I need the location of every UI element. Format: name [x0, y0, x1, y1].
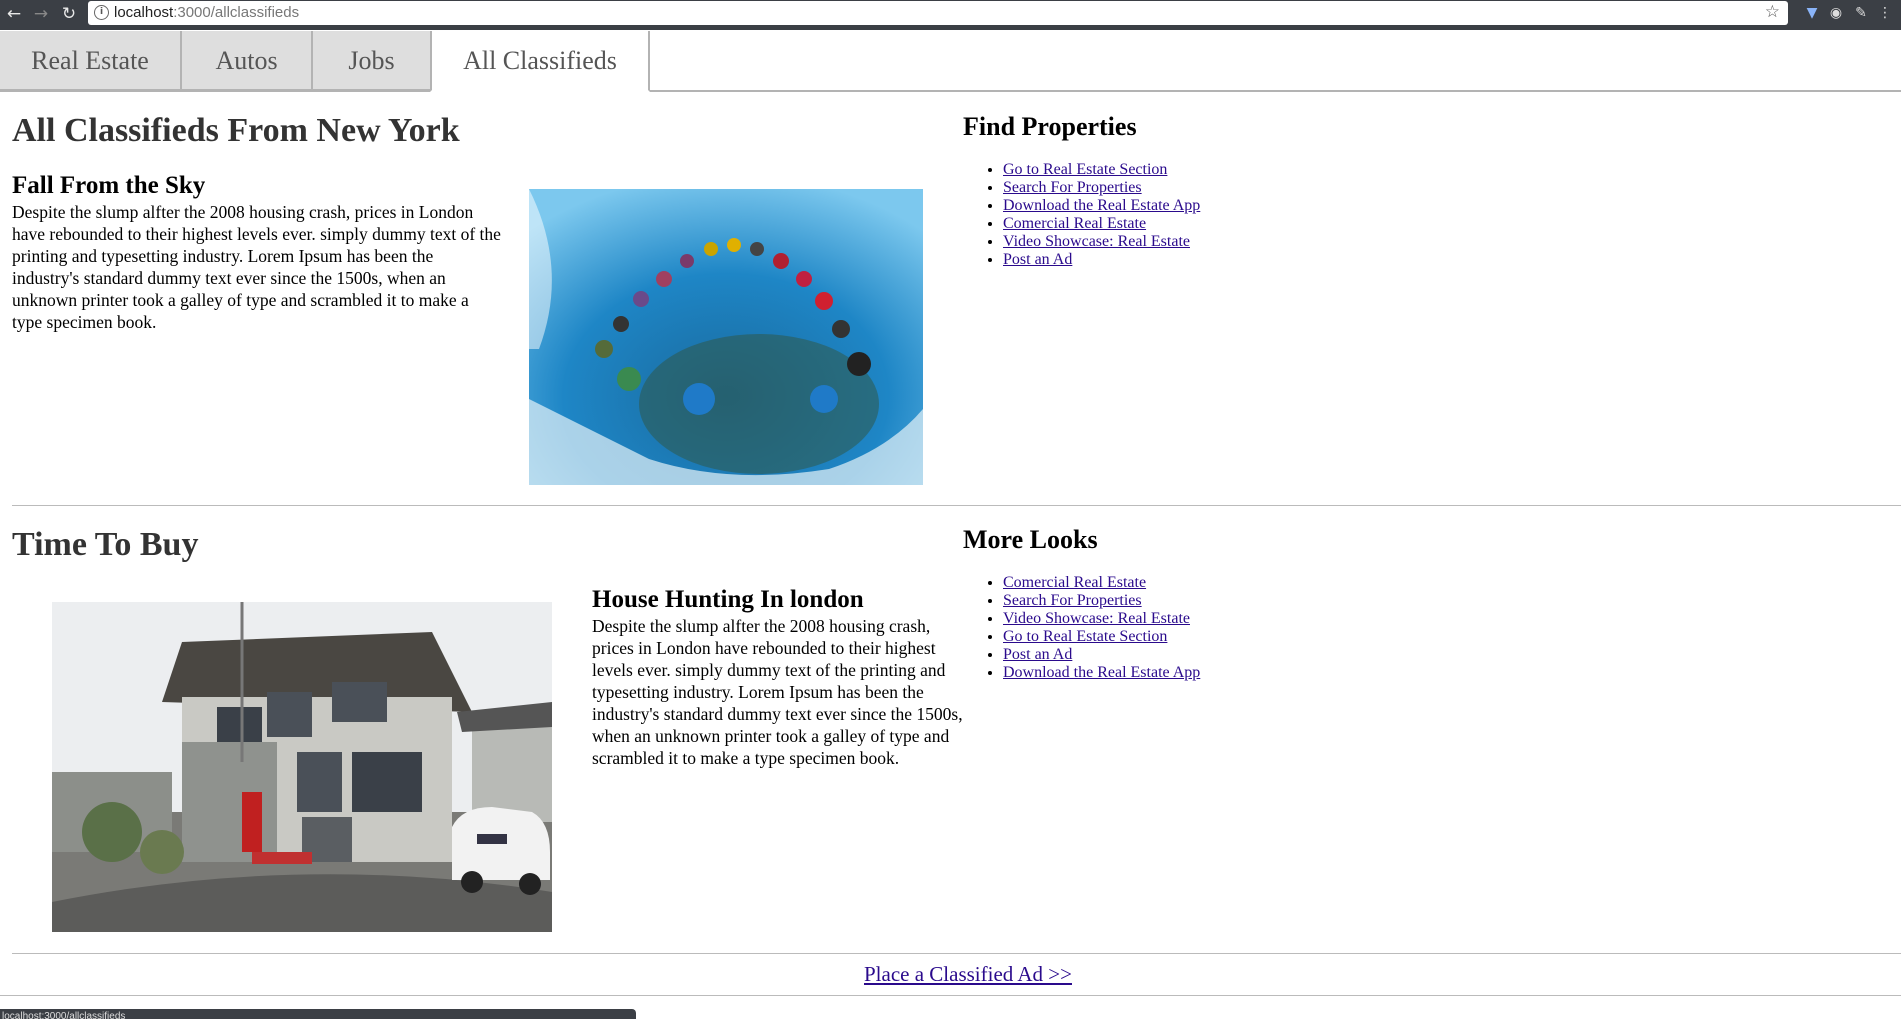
list-item: Post an Ad: [1003, 646, 1200, 664]
divider: [0, 995, 1901, 996]
tab-jobs[interactable]: Jobs: [311, 31, 432, 91]
info-icon[interactable]: i: [94, 5, 109, 20]
pen-extension-icon[interactable]: ✎: [1852, 4, 1870, 22]
link-search-properties[interactable]: Search For Properties: [1003, 179, 1142, 196]
place-ad-link[interactable]: Place a Classified Ad >>: [864, 962, 1072, 987]
list-item: Video Showcase: Real Estate: [1003, 233, 1200, 251]
list-item: Search For Properties: [1003, 179, 1200, 197]
globe-extension-icon[interactable]: ◉: [1827, 4, 1845, 22]
article-title: House Hunting In london: [592, 586, 864, 613]
more-looks-title: More Looks: [963, 525, 1098, 554]
divider: [12, 953, 1901, 954]
divider: [12, 505, 1901, 506]
article-title: Fall From the Sky: [12, 172, 206, 199]
star-icon[interactable]: ☆: [1765, 2, 1780, 22]
link-real-estate-section[interactable]: Go to Real Estate Section: [1003, 628, 1167, 645]
list-item: Comercial Real Estate: [1003, 215, 1200, 233]
link-video-showcase[interactable]: Video Showcase: Real Estate: [1003, 233, 1190, 250]
browser-toolbar: ← → ↻ i localhost:3000/allclassifieds ☆ …: [0, 0, 1901, 30]
link-download-app[interactable]: Download the Real Estate App: [1003, 197, 1200, 214]
page-title: All Classifieds From New York: [12, 112, 460, 149]
link-search-properties[interactable]: Search For Properties: [1003, 592, 1142, 609]
list-item: Post an Ad: [1003, 251, 1200, 269]
address-bar[interactable]: i localhost:3000/allclassifieds ☆: [88, 1, 1788, 25]
house-illustration: [52, 602, 552, 932]
tab-all-classifieds[interactable]: All Classifieds: [430, 31, 650, 92]
link-real-estate-section[interactable]: Go to Real Estate Section: [1003, 161, 1167, 178]
skydivers-image: [529, 189, 923, 485]
list-item: Comercial Real Estate: [1003, 574, 1200, 592]
list-item: Download the Real Estate App: [1003, 197, 1200, 215]
link-post-ad[interactable]: Post an Ad: [1003, 646, 1072, 663]
section-title: Time To Buy: [12, 526, 199, 563]
list-item: Download the Real Estate App: [1003, 664, 1200, 682]
link-download-app[interactable]: Download the Real Estate App: [1003, 664, 1200, 681]
list-item: Go to Real Estate Section: [1003, 161, 1200, 179]
back-icon[interactable]: ←: [3, 2, 25, 26]
list-item: Video Showcase: Real Estate: [1003, 610, 1200, 628]
tab-autos[interactable]: Autos: [180, 31, 313, 91]
menu-icon[interactable]: ⋮: [1876, 4, 1894, 22]
url-text: localhost:3000/allclassifieds: [114, 4, 300, 21]
more-looks-list: Comercial Real Estate Search For Propert…: [962, 574, 1200, 682]
reload-icon[interactable]: ↻: [58, 2, 80, 26]
link-commercial-real-estate[interactable]: Comercial Real Estate: [1003, 574, 1146, 591]
list-item: Search For Properties: [1003, 592, 1200, 610]
list-item: Go to Real Estate Section: [1003, 628, 1200, 646]
link-video-showcase[interactable]: Video Showcase: Real Estate: [1003, 610, 1190, 627]
link-post-ad[interactable]: Post an Ad: [1003, 251, 1072, 268]
find-properties-list: Go to Real Estate Section Search For Pro…: [962, 161, 1200, 269]
house-image: [52, 602, 552, 932]
article-body: Despite the slump alfter the 2008 housin…: [12, 202, 501, 332]
article-body: Despite the slump alfter the 2008 housin…: [592, 616, 963, 768]
skydivers-illustration: [529, 189, 923, 485]
category-tabs: Real Estate Autos Jobs All Classifieds: [0, 31, 1901, 92]
find-properties-title: Find Properties: [963, 112, 1137, 141]
forward-icon[interactable]: →: [30, 2, 52, 26]
shield-extension-icon[interactable]: ▼: [1803, 4, 1821, 22]
link-commercial-real-estate[interactable]: Comercial Real Estate: [1003, 215, 1146, 232]
tab-real-estate[interactable]: Real Estate: [0, 31, 182, 91]
